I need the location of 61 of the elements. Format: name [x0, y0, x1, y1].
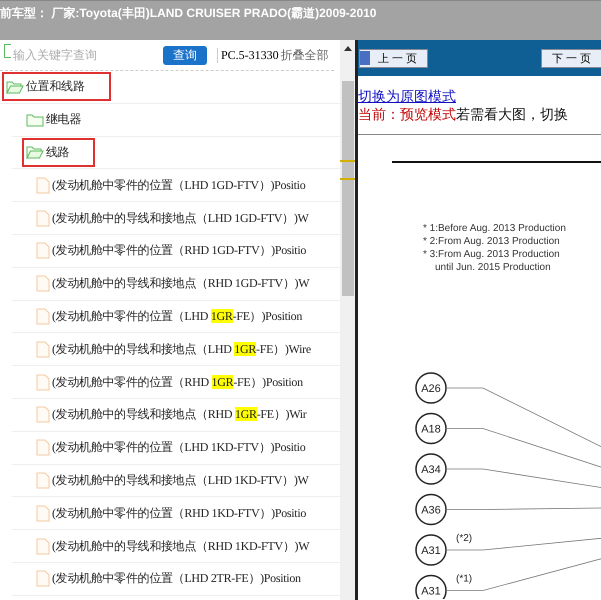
document-icon [36, 210, 50, 227]
collapse-all-link[interactable]: 折叠全部 [280, 46, 329, 64]
folder-icon [26, 112, 44, 127]
footnote-text: * 2:From Aug. 2013 Production [423, 236, 560, 247]
connector-label: A26 [421, 383, 441, 395]
connector-circle [415, 372, 447, 404]
tree-item[interactable]: (发动机舱中零件的位置（LHD 2TR-FE）)Position [32, 564, 305, 594]
document-icon [36, 340, 50, 358]
tree-item[interactable]: (发动机舱中零件的位置（LHD 1GR-FE）)Position [32, 302, 306, 331]
tree-item[interactable]: 线路 [22, 138, 96, 167]
connector-circle [415, 534, 447, 566]
tree-item[interactable]: 继电器 [22, 105, 86, 134]
next-page-button[interactable]: 下 一 页 [541, 48, 601, 68]
tree-item[interactable]: (发动机舱中零件的位置（RHD 1GD-FTV）)Positio [32, 236, 310, 266]
folder-icon [26, 145, 44, 160]
connector-circle [415, 453, 447, 485]
tree-item[interactable]: (发动机舱中零件的位置（LHD 1GD-FTV）)Positio [32, 170, 310, 200]
folder-icon [6, 80, 24, 94]
document-icon [36, 176, 50, 194]
document-icon [36, 570, 50, 588]
connector-label: A18 [421, 424, 441, 436]
document-icon [36, 472, 50, 489]
tree-item[interactable]: (发动机舱中的导线和接地点（RHD 1KD-FTV）)W [32, 532, 314, 561]
code-label: PC.5-31330 [217, 48, 279, 62]
tree-item[interactable]: (发动机舱中零件的位置（LHD 1KD-FTV）)Positio [32, 433, 310, 462]
tree-item[interactable]: (发动机舱中零件的位置（RHD 1KD-FTV）)Positio [32, 498, 310, 528]
document-icon [36, 504, 50, 522]
splitter-handle[interactable] [340, 160, 355, 180]
original-mode-link[interactable]: 切换为原图模式 [358, 89, 456, 105]
connector-circle [415, 412, 447, 444]
mode-label: 当前：预览模式 [358, 107, 456, 123]
search-field[interactable]: 输入关键字查询 [11, 48, 145, 62]
tree-item[interactable]: (发动机舱中的导线和接地点（RHD 1GD-FTV）)W [32, 269, 314, 298]
connector-note: (*1) [456, 574, 472, 584]
document-icon [36, 538, 50, 555]
connector-label: A36 [421, 504, 441, 516]
document-icon [36, 242, 50, 260]
scroll-up-arrow-icon[interactable] [344, 46, 352, 51]
footnote-text: * 3:From Aug. 2013 Production [423, 249, 560, 260]
tree-item[interactable]: (发动机舱中的导线和接地点（LHD 1GD-FTV）)W [32, 204, 313, 233]
scrollbar-thumb[interactable] [342, 81, 354, 296]
document-icon [36, 308, 50, 325]
connector-label: A34 [421, 464, 441, 476]
document-icon [36, 439, 50, 456]
vehicle-title: 前车型： 厂家:Toyota(丰田)LAND CRUISER PRADO(霸道)2009-2010 [0, 6, 376, 20]
connector-label: A31 [421, 545, 441, 557]
tree-item[interactable]: 位置和线路 [2, 72, 111, 102]
tree-item[interactable]: (发动机舱中的导线和接地点（LHD 1KD-FTV）)W [32, 466, 313, 495]
tree-item[interactable]: (发动机舱中的导线和接地点（RHD 1GR-FE）)Wir [32, 400, 310, 430]
search-button[interactable]: 查询 [163, 46, 207, 64]
connector-label: A31 [421, 586, 441, 598]
mode-hint: 若需看大图，切换 [456, 107, 568, 123]
document-icon [36, 406, 50, 424]
bracket-icon [4, 44, 11, 58]
previous-page-button[interactable]: 上 一 页 [359, 48, 428, 68]
connector-note: (*2) [456, 533, 472, 544]
footnote-text: * 1:Before Aug. 2013 Production [423, 223, 566, 234]
footnote-text: until Jun. 2015 Production [435, 262, 551, 273]
connector-circle [415, 494, 447, 526]
document-icon [36, 275, 50, 292]
document-icon [36, 374, 50, 391]
